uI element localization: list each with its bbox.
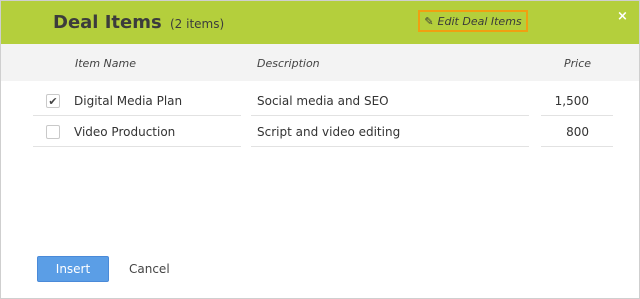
column-header-item-name: Item Name bbox=[75, 57, 136, 70]
cancel-button[interactable]: Cancel bbox=[129, 262, 170, 276]
insert-button[interactable]: Insert bbox=[37, 256, 109, 282]
close-icon[interactable]: × bbox=[617, 9, 628, 24]
column-header-price: Price bbox=[564, 57, 592, 70]
description-cell: Social media and SEO bbox=[251, 86, 529, 116]
deal-items-dialog: Deal Items (2 items) ✎ Edit Deal Items ×… bbox=[0, 0, 640, 299]
item-count: (2 items) bbox=[170, 17, 225, 31]
dialog-header: Deal Items (2 items) ✎ Edit Deal Items × bbox=[1, 1, 639, 44]
item-name-cell: Video Production bbox=[33, 117, 241, 147]
price-cell: 800 bbox=[541, 117, 613, 147]
column-header-description: Description bbox=[257, 57, 320, 70]
dialog-title: Deal Items (2 items) bbox=[53, 12, 224, 33]
description-cell: Script and video editing bbox=[251, 117, 529, 147]
item-name-cell: Digital Media Plan bbox=[33, 86, 241, 116]
dialog-title-text: Deal Items bbox=[53, 12, 162, 33]
edit-deal-items-label: Edit Deal Items bbox=[437, 14, 522, 28]
table-row: Video Production Script and video editin… bbox=[1, 117, 639, 148]
price-cell: 1,500 bbox=[541, 86, 613, 116]
edit-deal-items-button[interactable]: ✎ Edit Deal Items bbox=[418, 10, 528, 32]
table-row: ✔ Digital Media Plan Social media and SE… bbox=[1, 86, 639, 117]
table-header: Item Name Description Price bbox=[1, 44, 639, 81]
pencil-icon: ✎ bbox=[424, 14, 434, 28]
